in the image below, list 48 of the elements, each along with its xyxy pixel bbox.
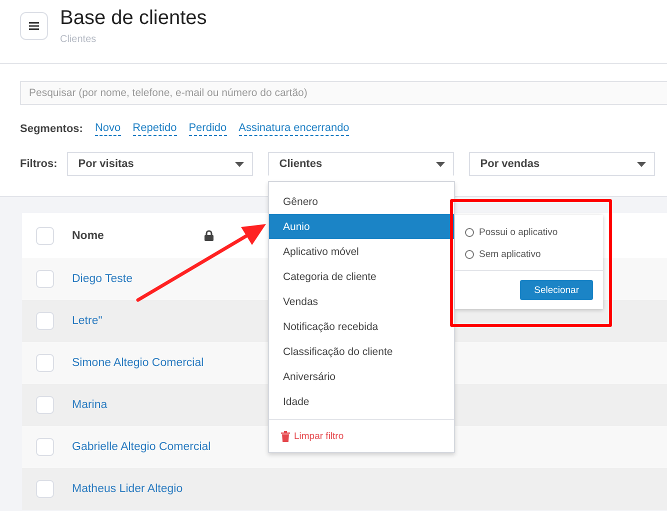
segment-link[interactable]: Repetido bbox=[132, 122, 177, 136]
radio-label: Sem aplicativo bbox=[479, 248, 541, 260]
menu-item[interactable]: Aplicativo móvel bbox=[269, 239, 454, 264]
filter-select[interactable]: Clientes bbox=[268, 152, 454, 176]
client-name-link[interactable]: Diego Teste bbox=[72, 273, 133, 285]
search-field[interactable]: Pesquisar (por nome, telefone, e-mail ou número do cartão) bbox=[20, 81, 667, 105]
client-name-link[interactable]: Letre" bbox=[72, 315, 102, 327]
filters-label: Filtros: bbox=[20, 158, 58, 170]
menu-item[interactable]: Classificação do cliente bbox=[269, 339, 454, 364]
radio-label: Possui o aplicativo bbox=[479, 226, 558, 238]
column-header: Nome bbox=[72, 230, 105, 242]
menu-item[interactable]: Notificação recebida bbox=[269, 314, 454, 339]
menu-item[interactable]: Aniversário bbox=[269, 364, 454, 389]
caret-icon bbox=[637, 162, 646, 166]
checkbox[interactable] bbox=[36, 226, 54, 244]
client-name-link[interactable]: Marina bbox=[72, 399, 108, 411]
checkbox[interactable] bbox=[36, 354, 54, 372]
checkbox[interactable] bbox=[36, 270, 54, 288]
menu-item[interactable]: Gênero bbox=[269, 189, 454, 214]
filter-select[interactable]: Por visitas bbox=[67, 152, 254, 176]
checkbox[interactable] bbox=[36, 480, 54, 498]
client-name-link[interactable]: Simone Altegio Comercial bbox=[72, 357, 204, 369]
checkbox[interactable] bbox=[36, 438, 54, 456]
menu-button[interactable] bbox=[20, 12, 48, 40]
lock-icon bbox=[204, 230, 214, 241]
segments-label: Segmentos: bbox=[20, 123, 83, 135]
menu-item[interactable]: Idade bbox=[269, 389, 454, 414]
segment-link[interactable]: Novo bbox=[94, 122, 121, 136]
menu-item[interactable]: Aunio bbox=[269, 214, 454, 239]
select-button[interactable]: Selecionar bbox=[520, 280, 593, 300]
client-name-link[interactable]: Gabrielle Altegio Comercial bbox=[72, 441, 211, 453]
clear-filter-link[interactable]: Limpar filtro bbox=[294, 430, 344, 442]
client-name-link[interactable]: Matheus Lider Altegio bbox=[72, 483, 183, 495]
radio-button[interactable] bbox=[465, 250, 474, 258]
menu-item[interactable]: Categoria de cliente bbox=[269, 264, 454, 289]
checkbox[interactable] bbox=[36, 312, 54, 330]
caret-icon bbox=[235, 162, 244, 166]
segment-link[interactable]: Assinatura encerrando bbox=[238, 122, 350, 136]
menu-icon bbox=[29, 22, 39, 30]
filter-select[interactable]: Por vendas bbox=[469, 152, 656, 176]
checkbox[interactable] bbox=[36, 396, 54, 414]
segment-link[interactable]: Perdido bbox=[188, 122, 227, 136]
menu-item[interactable]: Vendas bbox=[269, 289, 454, 314]
breadcrumb: Clientes bbox=[60, 34, 98, 45]
caret-icon bbox=[436, 162, 446, 166]
page-title: Base de clientes bbox=[60, 6, 207, 30]
radio-button[interactable] bbox=[465, 228, 474, 236]
trash-icon bbox=[281, 430, 290, 442]
